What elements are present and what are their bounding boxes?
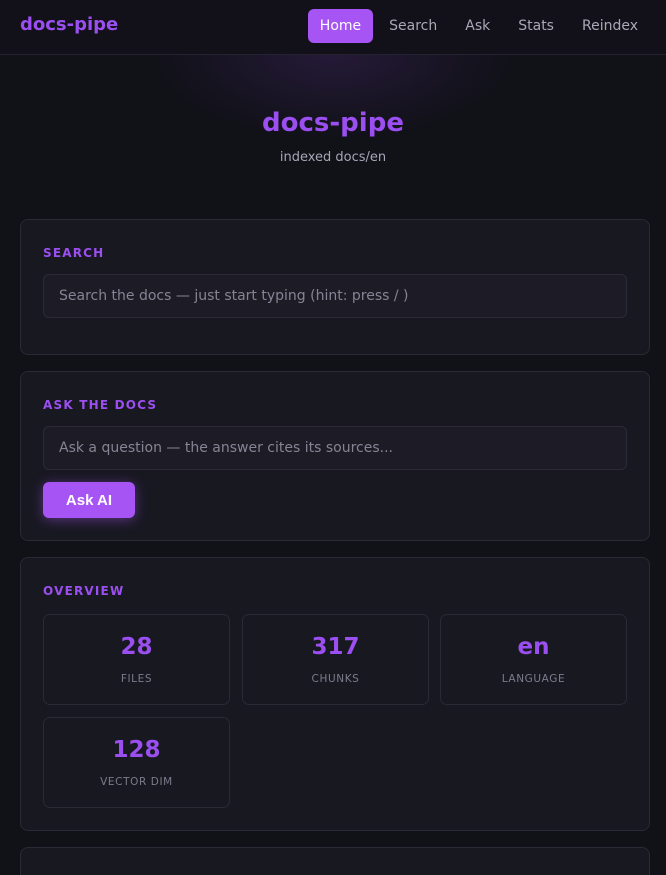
stat-value: 128 [112, 737, 161, 763]
stat-label: FILES [120, 673, 153, 685]
stat-tile-chunks: 317 CHUNKS [242, 614, 429, 705]
nav-link-ask[interactable]: Ask [453, 9, 502, 43]
overview-card: OVERVIEW 28 FILES 317 CHUNKS en LANGUAGE… [20, 557, 650, 831]
stat-label: CHUNKS [311, 673, 360, 685]
stat-tile-vector-dim: 128 VECTOR DIM [43, 717, 230, 808]
nav-link-reindex[interactable]: Reindex [570, 9, 650, 43]
nav-links: Home Search Ask Stats Reindex [307, 9, 650, 43]
hero-section: docs-pipe indexed docs/en [0, 108, 666, 165]
stat-label: VECTOR DIM [100, 776, 173, 788]
nav-link-stats[interactable]: Stats [506, 9, 566, 43]
stat-tile-files: 28 FILES [43, 614, 230, 705]
page-title: docs-pipe [262, 108, 404, 138]
stat-tile-language: en LANGUAGE [440, 614, 627, 705]
next-card [20, 847, 650, 875]
ask-ai-button[interactable]: Ask AI [43, 482, 135, 518]
stat-value: 317 [311, 634, 360, 660]
stat-value: 28 [120, 634, 153, 660]
overview-card-label: OVERVIEW [43, 584, 125, 598]
stat-label: LANGUAGE [501, 673, 566, 685]
top-navbar: docs-pipe Home Search Ask Stats Reindex [0, 0, 666, 55]
ask-card: ASK THE DOCS Ask AI [20, 371, 650, 541]
search-card-label: SEARCH [43, 246, 105, 260]
search-card: SEARCH [20, 219, 650, 355]
nav-link-home[interactable]: Home [307, 9, 374, 43]
search-input[interactable] [43, 274, 627, 318]
page-subtitle: indexed docs/en [279, 150, 387, 165]
brand-logo-text[interactable]: docs-pipe [20, 14, 118, 35]
nav-link-search[interactable]: Search [377, 9, 449, 43]
ask-card-label: ASK THE DOCS [43, 398, 158, 412]
stat-value: en [517, 634, 550, 660]
ask-input[interactable] [43, 426, 627, 470]
